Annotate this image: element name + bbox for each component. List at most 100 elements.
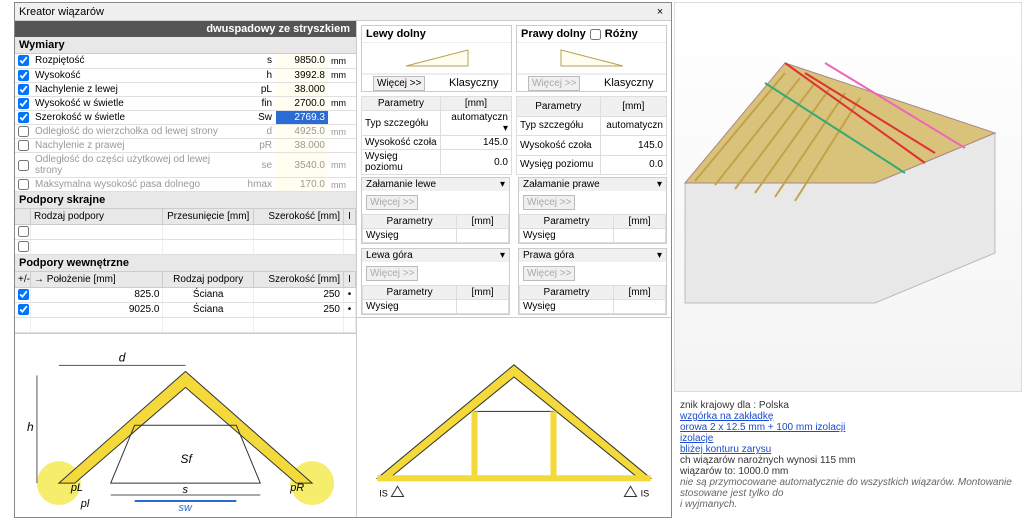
info-link-4[interactable]: bliżej konturu zarysu [680,444,771,455]
section-ext-supports: Podpory skrajne [15,192,356,209]
rozny-checkbox[interactable] [590,29,601,40]
param-symbol: pR [242,139,276,153]
param-checkbox[interactable] [18,112,29,123]
param-row[interactable]: Rozpiętość s 9850.0 mm [15,54,356,68]
close-icon[interactable]: × [653,6,667,18]
param-label: Wysokość w świetle [32,96,242,110]
param-checkbox[interactable] [18,98,29,109]
svg-text:sw: sw [179,502,193,514]
param-checkbox[interactable] [18,160,29,171]
left-heel-box: Lewy dolny Więcej >> Klasyczny [361,25,512,92]
param-value[interactable]: 38.000 [276,139,328,153]
param-label: Nachylenie z prawej [32,139,242,153]
truss-wizard-dialog: Kreator wiązarów × dwuspadowy ze stryszk… [14,2,672,518]
group-lewa-gora: Lewa góra▾ Więcej >> Parametry[mm]Wysięg [361,248,510,315]
param-value[interactable]: 2700.0 [276,96,328,110]
param-unit [328,139,356,153]
left-heel-title: Lewy dolny [366,28,426,40]
svg-text:h: h [27,421,34,435]
section-int-supports: Podpory wewnętrzne [15,255,356,272]
left-heel-preview [362,42,511,74]
zal-l-more-button: Więcej >> [366,195,418,210]
pg-more-button: Więcej >> [523,266,575,281]
param-checkbox[interactable] [18,55,29,66]
param-row[interactable]: Wysokość w świetle fin 2700.0 mm [15,96,356,110]
ext-support-row[interactable] [15,240,356,255]
param-value[interactable]: 3992.8 [276,68,328,82]
param-checkbox[interactable] [18,140,29,151]
param-symbol: Sw [242,110,276,124]
param-value[interactable]: 38.000 [276,82,328,96]
left-more-button[interactable]: Więcej >> [373,76,425,91]
param-symbol: se [242,153,276,178]
right-more-button: Więcej >> [528,76,580,91]
parameters-table: Rozpiętość s 9850.0 mm Wysokość h 3992.8… [15,54,356,192]
ext-support-checkbox[interactable] [18,241,29,252]
chevron-down-icon[interactable]: ▾ [500,250,505,261]
param-checkbox[interactable] [18,84,29,95]
param-label: Wysokość [32,68,242,82]
ext-support-row[interactable] [15,225,356,240]
int-support-checkbox[interactable] [18,304,29,315]
param-value[interactable]: 9850.0 [276,54,328,68]
param-value[interactable]: 170.0 [276,178,328,192]
svg-text:pR: pR [289,483,304,495]
int-support-row[interactable]: 825.0 Ściana 250 • [15,288,356,303]
svg-text:IS: IS [379,489,388,499]
int-support-row[interactable]: 9025.0 Ściana 250 • [15,303,356,318]
param-value[interactable]: 2769.3 [276,110,328,124]
right-heel-title: Prawy dolny [521,28,586,40]
param-unit: mm [328,96,356,110]
group-prawa-gora: Prawa góra▾ Więcej >> Parametry[mm]Wysię… [518,248,667,315]
param-checkbox[interactable] [18,179,29,190]
group-zalamanie-lewe: Załamanie lewe▾ Więcej >> Parametry[mm]W… [361,177,510,244]
param-label: Szerokość w świetle [32,110,242,124]
param-value[interactable]: 4925.0 [276,125,328,139]
chevron-down-icon[interactable]: ▾ [657,250,662,261]
param-symbol: h [242,68,276,82]
info-panel: znik krajowy dla : Polska wzgórka na zak… [680,400,1020,510]
info-link-3[interactable]: izolacje [680,433,713,444]
param-unit: mm [328,178,356,192]
param-label: Odległość do wierzchołka od lewej strony [32,125,242,139]
chevron-down-icon[interactable]: ▾ [500,179,505,190]
param-row[interactable]: Nachylenie z lewej pL 38.000 [15,82,356,96]
ext-support-header: Rodzaj podpory Przesunięcie [mm] Szeroko… [15,209,356,225]
param-value[interactable]: 3540.0 [276,153,328,178]
param-row[interactable]: Maksymalna wysokość pasa dolnego hmax 17… [15,178,356,192]
right-heel-type: Klasyczny [592,74,667,91]
svg-text:s: s [183,485,189,497]
param-unit [328,110,356,124]
zal-r-more-button: Więcej >> [523,195,575,210]
svg-text:d: d [119,351,126,365]
param-label: Nachylenie z lewej [32,82,242,96]
param-symbol: pL [242,82,276,96]
param-unit: mm [328,153,356,178]
chevron-down-icon[interactable]: ▾ [657,179,662,190]
truss-dimension-diagram: d h pL pR Sf sw pl s [15,333,356,517]
int-support-row-empty[interactable] [15,318,356,333]
param-row[interactable]: Wysokość h 3992.8 mm [15,68,356,82]
svg-text:pl: pl [80,499,90,511]
ext-support-checkbox[interactable] [18,226,29,237]
param-row[interactable]: Odległość do części użytkowej od lewej s… [15,153,356,178]
param-row[interactable]: Nachylenie z prawej pR 38.000 [15,139,356,153]
truss-type-header: dwuspadowy ze stryszkiem [15,21,356,37]
info-link-2[interactable]: orowa 2 x 12.5 mm + 100 mm izolacji [680,422,845,433]
param-symbol: s [242,54,276,68]
param-symbol: hmax [242,178,276,192]
param-symbol: d [242,125,276,139]
lg-more-button: Więcej >> [366,266,418,281]
param-label: Rozpiętość [32,54,242,68]
param-checkbox[interactable] [18,70,29,81]
param-symbol: fin [242,96,276,110]
left-heel-type[interactable]: Klasyczny [437,74,512,91]
info-link-1[interactable]: wzgórka na zakładkę [680,411,773,422]
param-unit [328,82,356,96]
right-heel-preview [517,42,666,74]
param-checkbox[interactable] [18,126,29,137]
svg-text:IS: IS [641,489,650,499]
int-support-checkbox[interactable] [18,289,29,300]
param-row[interactable]: Odległość do wierzchołka od lewej strony… [15,125,356,139]
param-row[interactable]: Szerokość w świetle Sw 2769.3 [15,110,356,124]
